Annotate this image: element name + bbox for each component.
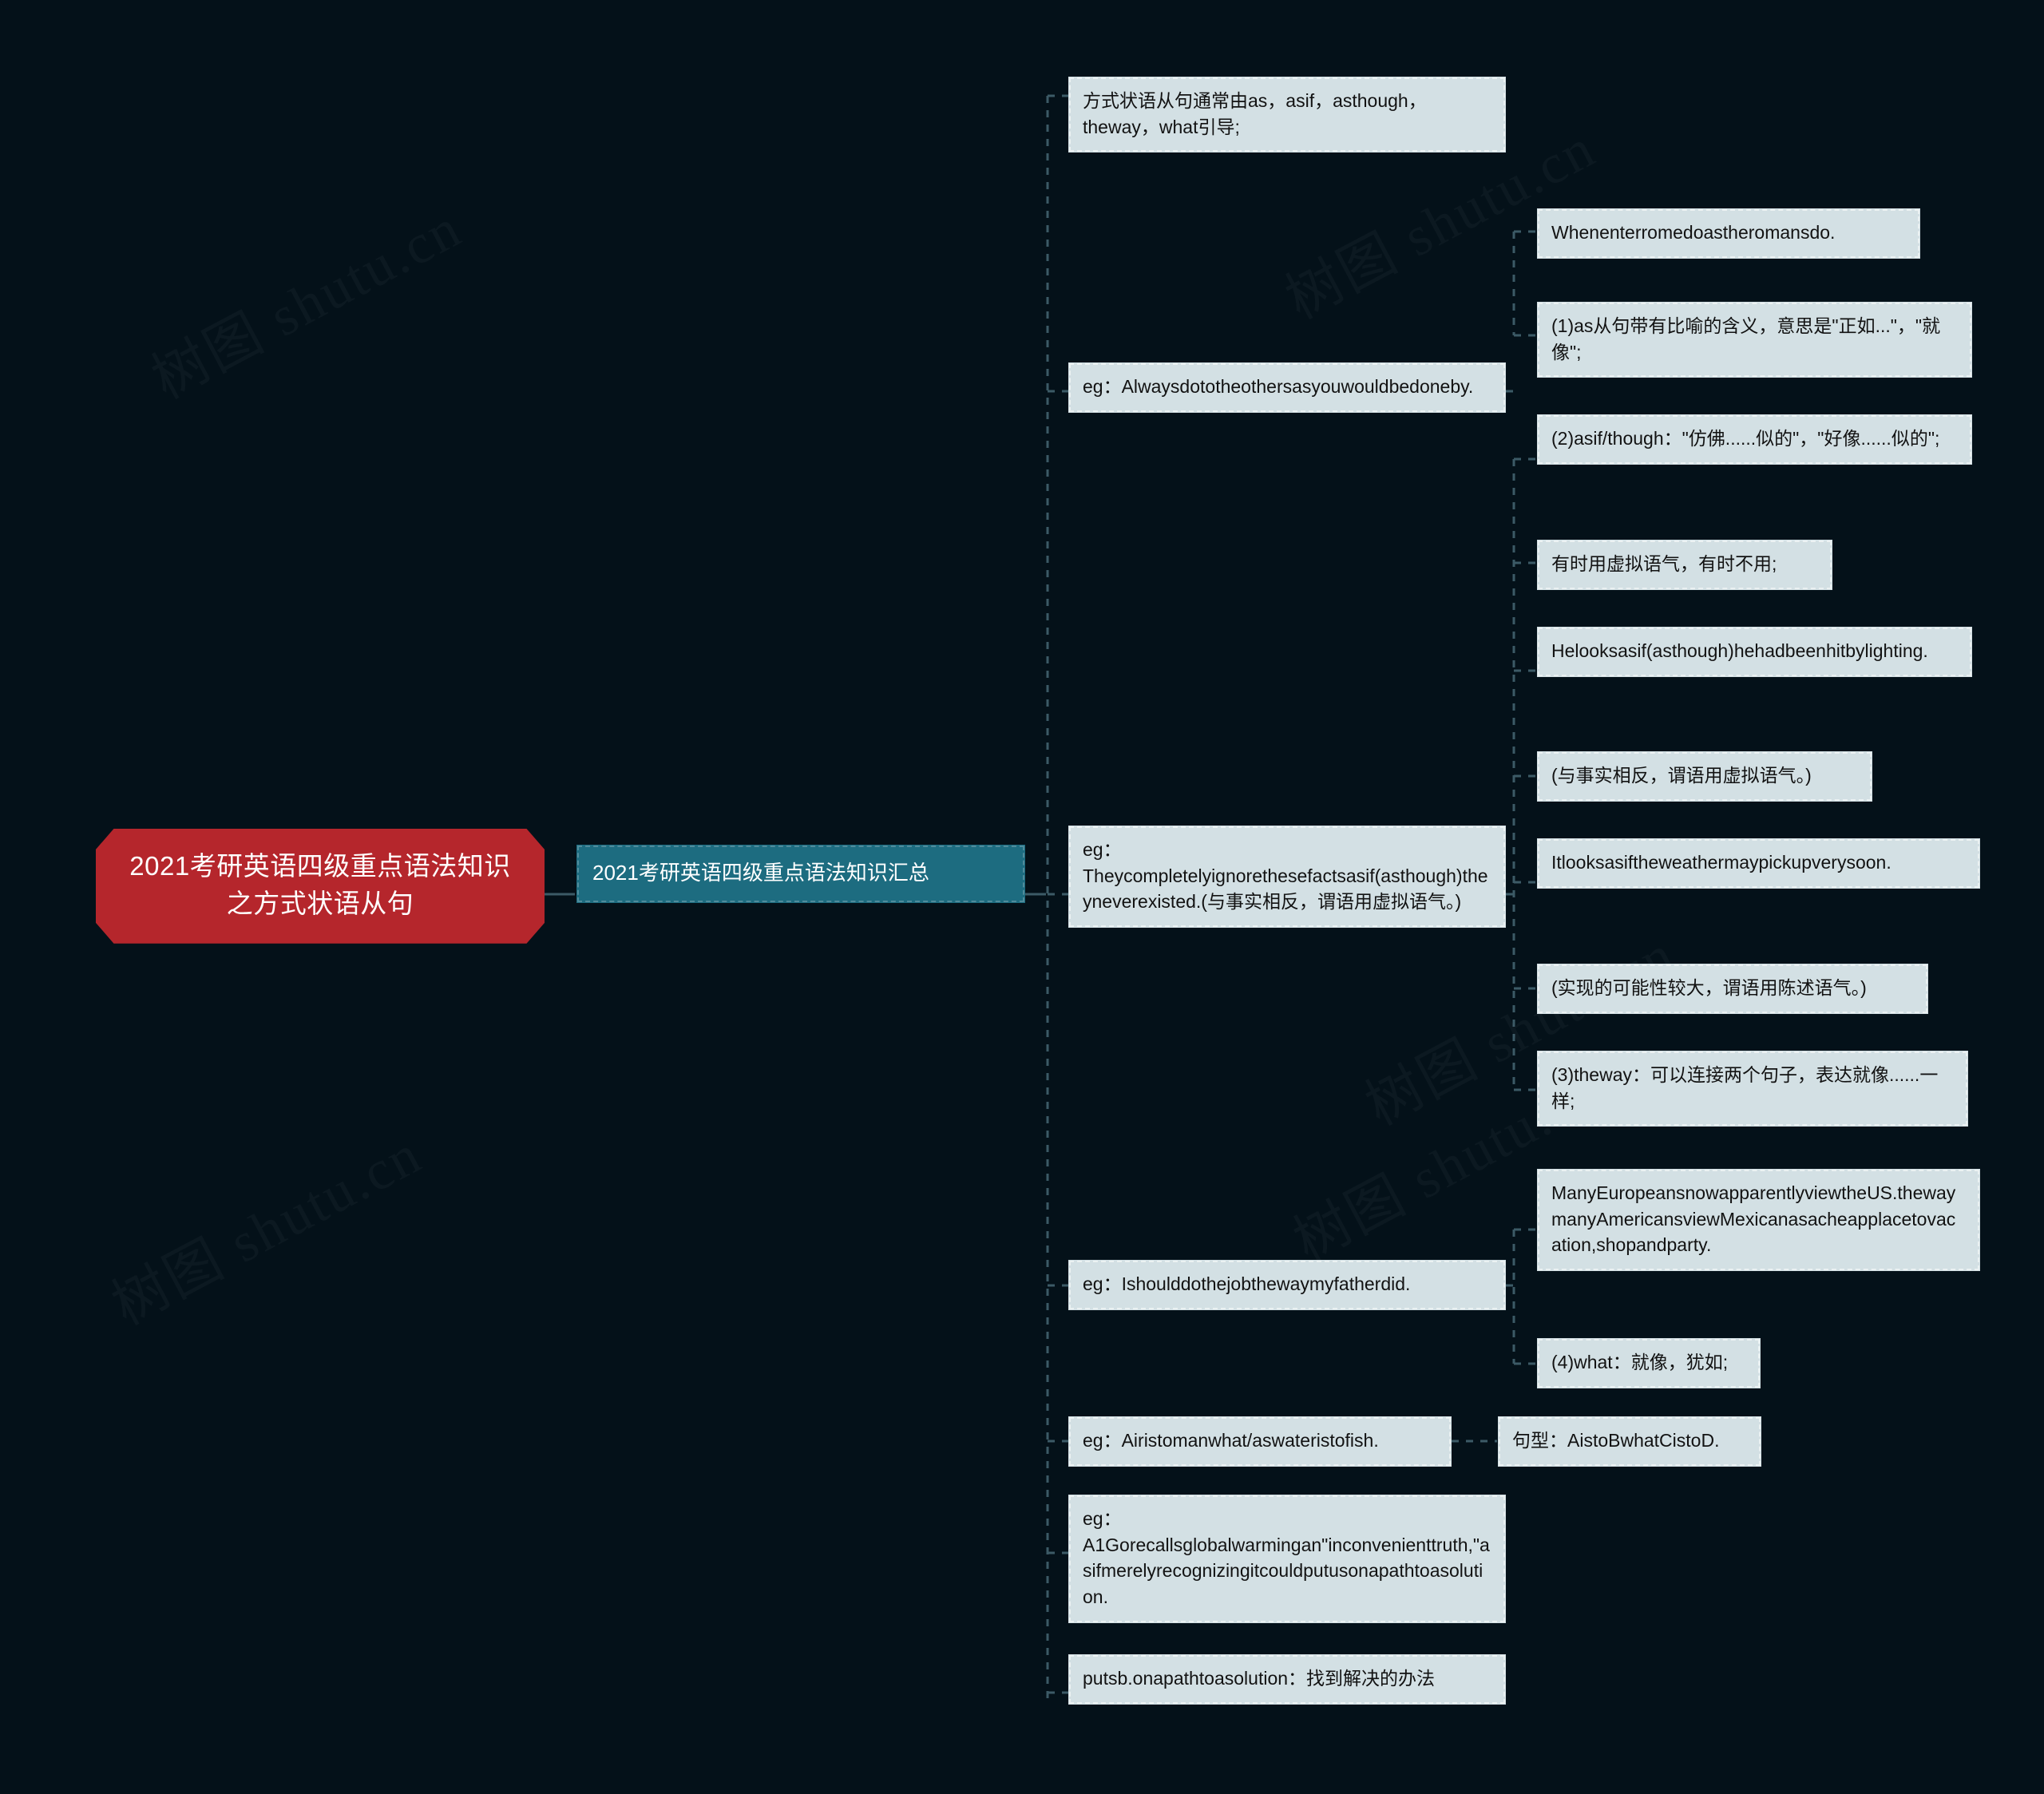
- mindmap-root-node[interactable]: 2021考研英语四级重点语法知识之方式状语从句: [96, 829, 545, 944]
- mindmap-leaf-node[interactable]: 句型：AistoBwhatCistoD.: [1498, 1416, 1761, 1467]
- mindmap-leaf-node[interactable]: Itlooksasiftheweathermaypickupverysoon.: [1537, 838, 1980, 889]
- watermark: 树图 shutu.cn: [136, 184, 473, 414]
- mindmap-branch-node[interactable]: eg：Theycompletelyignorethesefactsasif(as…: [1068, 826, 1506, 928]
- mindmap-leaf-node[interactable]: Whenenterromedoastheromansdo.: [1537, 208, 1920, 259]
- mindmap-leaf-node[interactable]: 有时用虚拟语气，有时不用;: [1537, 540, 1832, 590]
- watermark: 树图 shutu.cn: [96, 1110, 434, 1341]
- mindmap-branch-node[interactable]: eg：Ishoulddothejobthewaymyfatherdid.: [1068, 1260, 1506, 1310]
- mindmap-branch-node[interactable]: eg：A1Gorecallsglobalwarmingan"inconvenie…: [1068, 1495, 1506, 1623]
- mindmap-branch-node[interactable]: eg：Alwaysdototheothersasyouwouldbedoneby…: [1068, 362, 1506, 413]
- mindmap-leaf-node[interactable]: (3)theway：可以连接两个句子，表达就像......一样;: [1537, 1051, 1968, 1127]
- mindmap-leaf-node[interactable]: (实现的可能性较大，谓语用陈述语气。): [1537, 964, 1928, 1014]
- mindmap-leaf-node[interactable]: (2)asif/though："仿佛......似的"，"好像......似的"…: [1537, 414, 1972, 465]
- mindmap-leaf-node[interactable]: (4)what：就像，犹如;: [1537, 1338, 1761, 1388]
- mindmap-leaf-node[interactable]: (1)as从句带有比喻的含义，意思是"正如..."，"就像";: [1537, 302, 1972, 378]
- mindmap-branch-node[interactable]: eg：Airistomanwhat/aswateristofish.: [1068, 1416, 1452, 1467]
- mindmap-branch-node[interactable]: putsb.onapathtoasolution：找到解决的办法: [1068, 1654, 1506, 1705]
- mindmap-leaf-node[interactable]: (与事实相反，谓语用虚拟语气。): [1537, 751, 1872, 802]
- mindmap-level2-node[interactable]: 2021考研英语四级重点语法知识汇总: [576, 845, 1025, 903]
- mindmap-leaf-node[interactable]: ManyEuropeansnowapparentlyviewtheUS.thew…: [1537, 1169, 1980, 1271]
- mindmap-branch-node[interactable]: 方式状语从句通常由as，asif，asthough，theway，what引导;: [1068, 77, 1506, 153]
- mindmap-leaf-node[interactable]: Helooksasif(asthough)hehadbeenhitbylight…: [1537, 627, 1972, 677]
